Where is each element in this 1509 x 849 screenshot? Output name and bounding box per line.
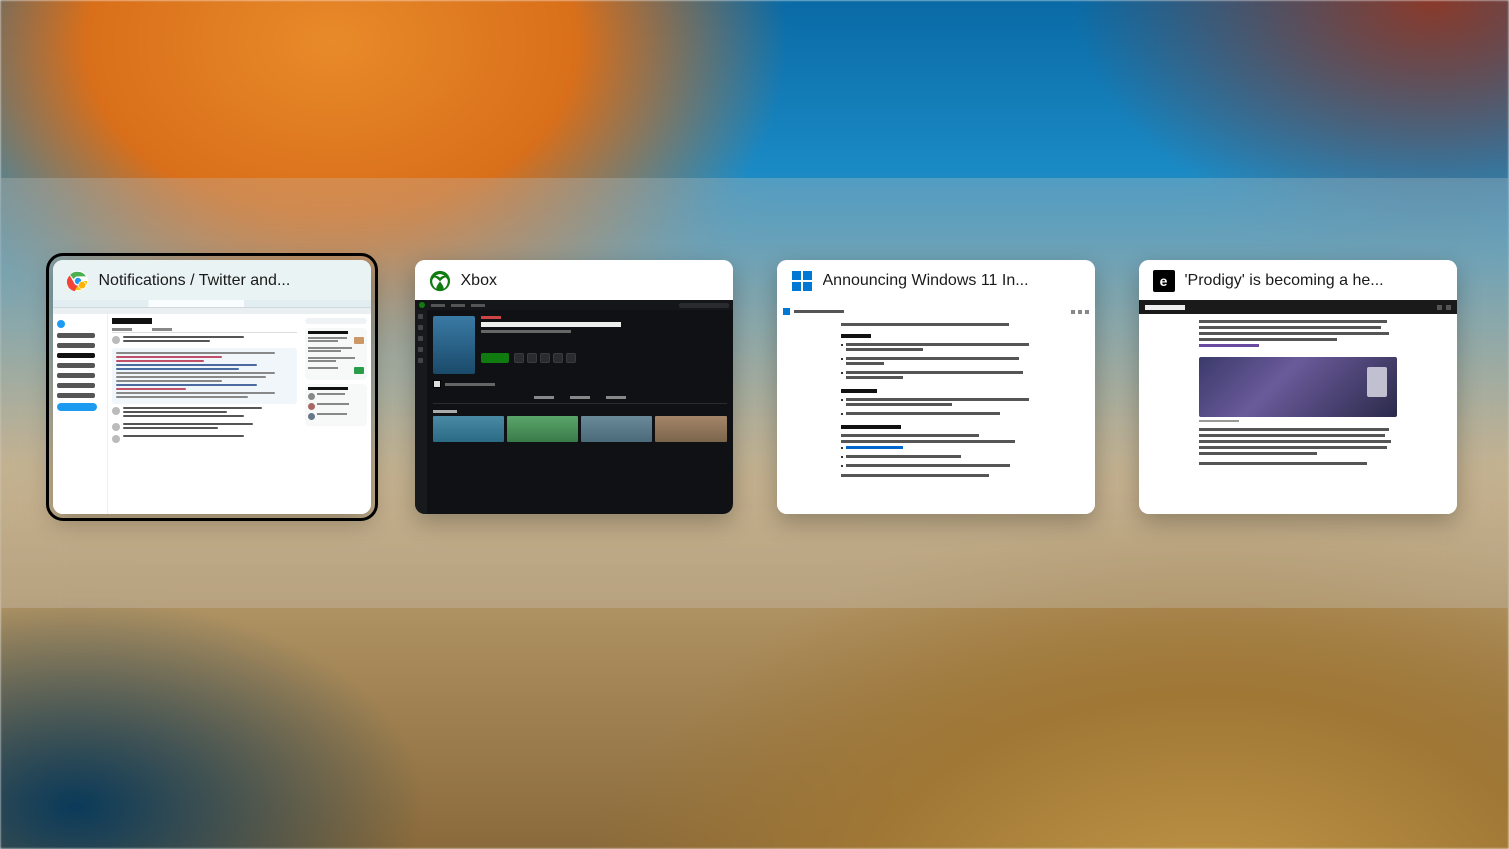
xbox-icon — [429, 270, 451, 292]
engadget-icon: e — [1153, 270, 1175, 292]
window-title: Notifications / Twitter and... — [99, 272, 357, 290]
window-card-twitter[interactable]: Notifications / Twitter and... — [53, 260, 371, 514]
window-titlebar: e 'Prodigy' is becoming a he... — [1139, 260, 1457, 300]
window-titlebar: Notifications / Twitter and... — [53, 260, 371, 300]
task-view-row: Notifications / Twitter and... — [0, 260, 1509, 514]
window-title: Xbox — [461, 272, 719, 290]
window-thumbnail — [53, 300, 371, 514]
window-titlebar: Announcing Windows 11 In... — [777, 260, 1095, 300]
chrome-icon — [67, 270, 89, 292]
window-card-winblog[interactable]: Announcing Windows 11 In... — [777, 260, 1095, 514]
window-thumbnail — [777, 300, 1095, 514]
window-titlebar: Xbox — [415, 260, 733, 300]
windows-icon — [791, 270, 813, 292]
window-card-xbox[interactable]: Xbox — [415, 260, 733, 514]
window-title: 'Prodigy' is becoming a he... — [1185, 272, 1443, 290]
window-thumbnail — [1139, 300, 1457, 514]
window-title: Announcing Windows 11 In... — [823, 272, 1081, 290]
window-thumbnail — [415, 300, 733, 514]
window-card-engadget[interactable]: e 'Prodigy' is becoming a he... — [1139, 260, 1457, 514]
